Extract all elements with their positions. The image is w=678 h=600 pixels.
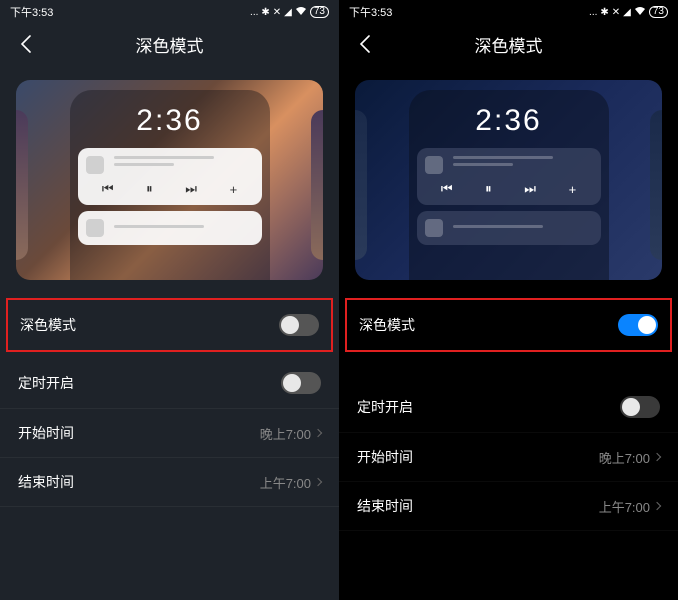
start-time-label: 开始时间 [18, 423, 74, 443]
dark-mode-toggle[interactable] [618, 314, 658, 336]
end-time-label: 结束时间 [357, 496, 413, 516]
plus-icon: + [569, 182, 577, 197]
schedule-toggle[interactable] [620, 396, 660, 418]
highlight-box: 深色模式 [345, 298, 672, 352]
wifi-icon [634, 6, 646, 19]
signal-icon: ◢ [623, 7, 631, 18]
start-time-row[interactable]: 开始时间 晚上7:00 [0, 409, 339, 458]
schedule-label: 定时开启 [357, 397, 413, 417]
schedule-row[interactable]: 定时开启 [0, 358, 339, 409]
preview-side-left [16, 110, 28, 260]
preview-notif [417, 211, 601, 245]
status-icons: ... ✱ ✕ ◢ 73 [589, 6, 668, 19]
end-time-label: 结束时间 [18, 472, 74, 492]
preview-clock: 2:36 [78, 104, 262, 138]
pause-icon: ⏸ [485, 181, 492, 197]
screen-right: 下午3:53 ... ✱ ✕ ◢ 73 深色模式 2:36 ⏮ [339, 0, 678, 600]
chevron-right-icon [653, 453, 661, 461]
page-title: 深色模式 [0, 32, 339, 57]
page-title: 深色模式 [339, 32, 678, 57]
header: 深色模式 [339, 22, 678, 66]
end-time-value: 上午7:00 [599, 497, 660, 516]
status-time: 下午3:53 [349, 4, 392, 20]
schedule-toggle[interactable] [281, 372, 321, 394]
dark-mode-row[interactable]: 深色模式 [8, 300, 331, 350]
next-icon: ⏭ [524, 181, 536, 197]
status-time: 下午3:53 [10, 4, 53, 20]
preview-notif [78, 211, 262, 245]
bluetooth-icon: ✱ [261, 7, 269, 18]
media-controls: ⏮ ⏸ ⏭ + [425, 181, 593, 197]
schedule-row[interactable]: 定时开启 [339, 382, 678, 433]
chevron-right-icon [314, 429, 322, 437]
bluetooth-icon: ✱ [600, 7, 608, 18]
phone-mock: 2:36 ⏮ ⏸ ⏭ + [409, 90, 609, 280]
more-icon: ... [250, 7, 258, 18]
highlight-box: 深色模式 [6, 298, 333, 352]
end-time-row[interactable]: 结束时间 上午7:00 [0, 458, 339, 507]
back-button[interactable] [353, 32, 377, 56]
preview-notif-media: ⏮ ⏸ ⏭ + [78, 148, 262, 205]
schedule-label: 定时开启 [18, 373, 74, 393]
preview-side-right [650, 110, 662, 260]
start-time-row[interactable]: 开始时间 晚上7:00 [339, 433, 678, 482]
app-icon [425, 219, 443, 237]
dark-mode-label: 深色模式 [20, 315, 76, 335]
status-icons: ... ✱ ✕ ◢ 73 [250, 6, 329, 19]
end-time-value: 上午7:00 [260, 473, 321, 492]
start-time-label: 开始时间 [357, 447, 413, 467]
chevron-right-icon [314, 478, 322, 486]
end-time-row[interactable]: 结束时间 上午7:00 [339, 482, 678, 531]
app-icon [425, 156, 443, 174]
next-icon: ⏭ [185, 181, 197, 197]
app-icon [86, 219, 104, 237]
pause-icon: ⏸ [146, 181, 153, 197]
app-icon [86, 156, 104, 174]
mute-icon: ✕ [273, 7, 281, 18]
prev-icon: ⏮ [102, 181, 114, 197]
preview-side-right [311, 110, 323, 260]
back-button[interactable] [14, 32, 38, 56]
screen-left: 下午3:53 ... ✱ ✕ ◢ 73 深色模式 2:36 ⏮ [0, 0, 339, 600]
header: 深色模式 [0, 22, 339, 66]
chevron-right-icon [653, 502, 661, 510]
dark-mode-label: 深色模式 [359, 315, 415, 335]
start-time-value: 晚上7:00 [599, 448, 660, 467]
phone-mock: 2:36 ⏮ ⏸ ⏭ + [70, 90, 270, 280]
prev-icon: ⏮ [441, 181, 453, 197]
media-controls: ⏮ ⏸ ⏭ + [86, 181, 254, 197]
preview-side-left [355, 110, 367, 260]
dark-mode-toggle[interactable] [279, 314, 319, 336]
mute-icon: ✕ [612, 7, 620, 18]
preview-clock: 2:36 [417, 104, 601, 138]
signal-icon: ◢ [284, 7, 292, 18]
preview-card: 2:36 ⏮ ⏸ ⏭ + [16, 80, 323, 280]
more-icon: ... [589, 7, 597, 18]
status-bar: 下午3:53 ... ✱ ✕ ◢ 73 [339, 0, 678, 22]
start-time-value: 晚上7:00 [260, 424, 321, 443]
preview-card: 2:36 ⏮ ⏸ ⏭ + [355, 80, 662, 280]
dark-mode-row[interactable]: 深色模式 [347, 300, 670, 350]
status-bar: 下午3:53 ... ✱ ✕ ◢ 73 [0, 0, 339, 22]
preview-notif-media: ⏮ ⏸ ⏭ + [417, 148, 601, 205]
plus-icon: + [230, 182, 238, 197]
battery-indicator: 73 [310, 6, 329, 18]
battery-indicator: 73 [649, 6, 668, 18]
wifi-icon [295, 6, 307, 19]
